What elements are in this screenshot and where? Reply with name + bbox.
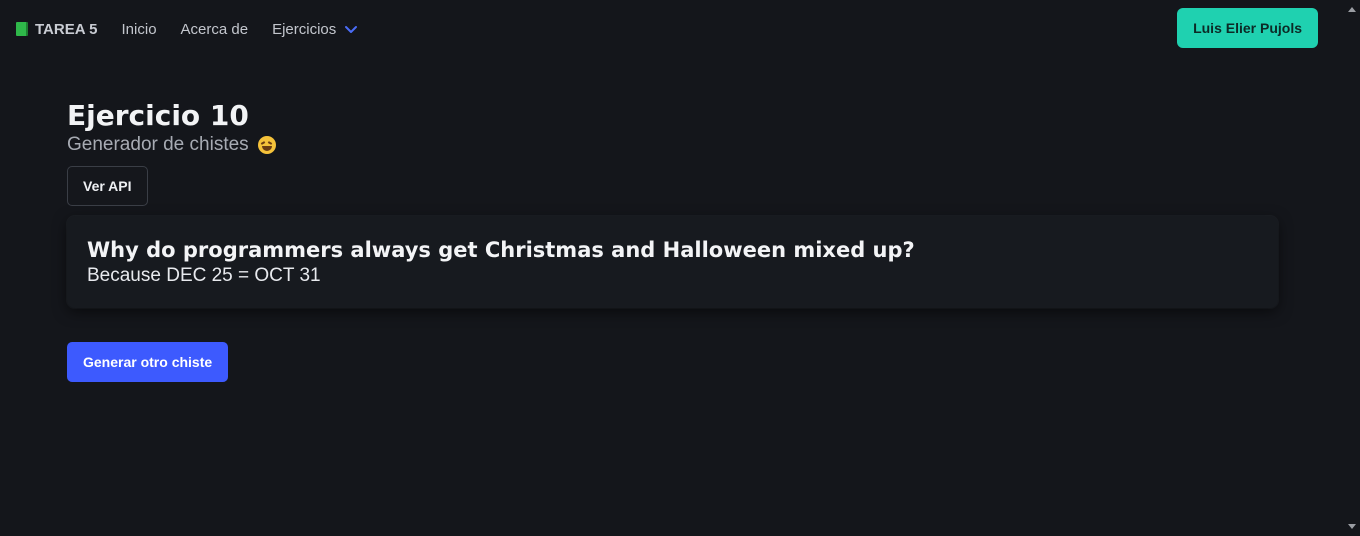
nav-dropdown-label: Ejercicios [272,20,337,38]
brand-label: TAREA 5 [35,20,98,38]
navbar: TAREA 5 Inicio Acerca de Ejercicios Luis… [0,0,1345,58]
rofl-emoji-icon [257,136,276,154]
scroll-up-icon[interactable] [1348,7,1356,12]
joke-punchline: Because DEC 25 = OCT 31 [87,265,321,286]
vertical-scrollbar[interactable] [1345,0,1360,536]
nav-link-acerca-de[interactable]: Acerca de [181,21,249,38]
user-button[interactable]: Luis Elier Pujols [1177,8,1318,48]
generate-joke-button[interactable]: Generar otro chiste [67,342,229,382]
page-subtitle: Generador de chistes [67,133,1278,157]
page-title: Ejercicio 10 [67,99,249,132]
joke-card: Why do programmers always get Christmas … [67,216,1278,308]
view-api-button[interactable]: Ver API [67,166,148,206]
scroll-down-icon[interactable] [1348,524,1356,529]
book-icon [16,22,28,36]
joke-setup: Why do programmers always get Christmas … [87,238,915,262]
chevron-down-icon [345,26,358,33]
main-content: Ejercicio 10 Generador de chistes Ver AP… [67,98,1278,382]
nav-dropdown-ejercicios[interactable]: Ejercicios [272,21,358,38]
brand-link[interactable]: TAREA 5 [16,21,98,38]
subtitle-text: Generador de chistes [67,134,249,155]
nav-link-inicio[interactable]: Inicio [122,21,157,38]
